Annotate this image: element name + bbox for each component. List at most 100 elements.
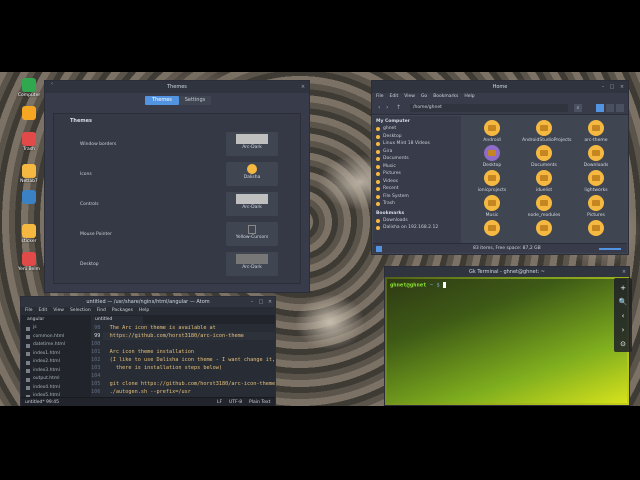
sidebar-item[interactable]: Desktop <box>373 133 461 141</box>
tab-untitled[interactable]: untitled <box>91 316 143 324</box>
menu-selection[interactable]: Selection <box>70 307 91 315</box>
desktop-icon[interactable] <box>15 106 43 121</box>
tab-themes[interactable]: Themes <box>145 96 179 105</box>
sidebar-toggle-icon[interactable] <box>376 246 382 252</box>
desktop-icon[interactable]: sticker <box>15 224 43 244</box>
sidebar-item[interactable]: Pictures <box>373 170 461 178</box>
menu-edit[interactable]: Edit <box>39 307 48 315</box>
theme-selector-button[interactable]: Arc-Dark <box>226 132 278 156</box>
file-item[interactable]: lightworks <box>574 170 618 193</box>
new-tab-icon[interactable]: + <box>617 282 629 294</box>
code-area[interactable]: The Arc icon theme is available at https… <box>103 324 275 398</box>
file-item[interactable] <box>470 220 514 238</box>
menu-file[interactable]: File <box>25 307 33 315</box>
file-item[interactable]: Android <box>470 120 514 143</box>
desktop-icon[interactable]: Trash <box>15 132 43 152</box>
terminal-content[interactable]: ghnet@ghnet ~ $ <box>387 279 627 403</box>
tree-file-item[interactable]: index3.html <box>21 367 91 376</box>
desktop-icon[interactable] <box>15 190 43 205</box>
theme-selector-button[interactable]: Dalisha <box>226 162 278 186</box>
menu-bookmarks[interactable]: Bookmarks <box>433 93 458 101</box>
menu-help[interactable]: Help <box>139 307 149 315</box>
bookmark-item[interactable]: Downloads <box>373 217 461 225</box>
close-icon[interactable]: × <box>300 84 306 90</box>
file-item[interactable]: arc-theme <box>574 120 618 143</box>
theme-selector-button[interactable]: Arc-Dark <box>226 192 278 216</box>
tree-file-item[interactable]: index4.html <box>21 384 91 393</box>
list-view-button[interactable] <box>606 104 614 112</box>
close-icon[interactable]: × <box>621 269 627 275</box>
file-item[interactable] <box>522 220 566 238</box>
sidebar-item[interactable]: File System <box>373 193 461 201</box>
file-item-label: Documents <box>531 163 557 168</box>
forward-icon[interactable]: › <box>386 104 388 111</box>
file-item[interactable]: Desktop <box>470 145 514 168</box>
file-manager-titlebar[interactable]: Home – □ × <box>372 81 628 93</box>
next-icon[interactable]: › <box>617 324 629 336</box>
file-item[interactable]: Pictures <box>574 195 618 218</box>
menu-help[interactable]: Help <box>464 93 474 101</box>
sidebar-item[interactable]: ghnet <box>373 125 461 133</box>
themes-titlebar[interactable]: Themes ‹ × <box>45 81 309 93</box>
menu-find[interactable]: Find <box>97 307 106 315</box>
terminal-titlebar[interactable]: Gk Terminal - ghnet@ghnet: ~ × <box>385 267 629 277</box>
status-grammar[interactable]: Plain Text <box>249 398 270 406</box>
tree-file-item[interactable]: datetime.html <box>21 341 91 350</box>
sidebar-item[interactable]: Linux Mint 18 Videos <box>373 140 461 148</box>
sidebar-item[interactable]: Trash <box>373 200 461 208</box>
back-icon[interactable]: ‹ <box>49 81 55 87</box>
file-item[interactable] <box>574 220 618 238</box>
maximize-icon[interactable]: □ <box>609 84 615 90</box>
status-encoding[interactable]: UTF-8 <box>229 398 242 406</box>
minimize-icon[interactable]: – <box>600 84 606 90</box>
menu-file[interactable]: File <box>376 93 384 101</box>
status-line-ending[interactable]: LF <box>217 398 222 406</box>
tree-root[interactable]: angular <box>21 316 91 324</box>
file-item[interactable]: Documents <box>522 145 566 168</box>
tree-file-item[interactable]: js <box>21 324 91 333</box>
tree-file-item[interactable]: index1.html <box>21 350 91 359</box>
sidebar-item[interactable]: Videos <box>373 178 461 186</box>
tree-file-item[interactable]: index2.html <box>21 358 91 367</box>
file-item[interactable]: ionicprojects <box>470 170 514 193</box>
menu-edit[interactable]: Edit <box>390 93 399 101</box>
sidebar-item[interactable]: Music <box>373 163 461 171</box>
maximize-icon[interactable]: □ <box>258 299 264 305</box>
compact-view-button[interactable] <box>616 104 624 112</box>
close-icon[interactable]: × <box>267 299 273 305</box>
menu-go[interactable]: Go <box>421 93 427 101</box>
zoom-slider[interactable] <box>599 248 621 250</box>
sidebar-item[interactable]: Recent <box>373 185 461 193</box>
file-item[interactable]: Downloads <box>574 145 618 168</box>
tree-file-item[interactable]: output.html <box>21 375 91 384</box>
file-item[interactable]: node_modules <box>522 195 566 218</box>
search-icon[interactable]: 🔍 <box>617 296 629 308</box>
theme-selector-button[interactable]: Arc-Dark <box>226 252 278 276</box>
menu-view[interactable]: View <box>404 93 415 101</box>
icon-view-button[interactable] <box>596 104 604 112</box>
status-file-position[interactable]: untitled* 99:45 <box>25 398 59 406</box>
previous-icon[interactable]: ‹ <box>617 310 629 322</box>
up-icon[interactable]: ↑ <box>396 104 401 111</box>
theme-selector-button[interactable]: Yellow-Cursors <box>226 222 278 246</box>
view-icon[interactable]: ⊙ <box>617 338 629 350</box>
file-item[interactable]: iduelist <box>522 170 566 193</box>
tab-settings[interactable]: Settings <box>179 96 211 105</box>
back-icon[interactable]: ‹ <box>378 104 380 111</box>
desktop-icon[interactable]: Computer <box>15 78 43 98</box>
atom-titlebar[interactable]: untitled — /usr/share/nginx/html/angular… <box>21 297 275 307</box>
menu-packages[interactable]: Packages <box>112 307 133 315</box>
desktop-icon[interactable]: Netlab7 <box>15 164 43 184</box>
location-bar[interactable]: /home/ghnet <box>410 104 568 112</box>
close-icon[interactable]: × <box>619 84 625 90</box>
search-icon[interactable]: ⌕ <box>574 104 582 112</box>
tree-file-item[interactable]: common.html <box>21 333 91 342</box>
sidebar-item[interactable]: Documents <box>373 155 461 163</box>
menu-view[interactable]: View <box>53 307 64 315</box>
minimize-icon[interactable]: – <box>249 299 255 305</box>
sidebar-item[interactable]: Gira <box>373 148 461 156</box>
file-item[interactable]: Music <box>470 195 514 218</box>
file-item[interactable]: AndroidStudioProjects <box>522 120 571 143</box>
bookmark-item[interactable]: Dalisha on 192.168.2.12 <box>373 224 461 232</box>
desktop-icon[interactable]: Yeni Belm <box>15 252 43 272</box>
